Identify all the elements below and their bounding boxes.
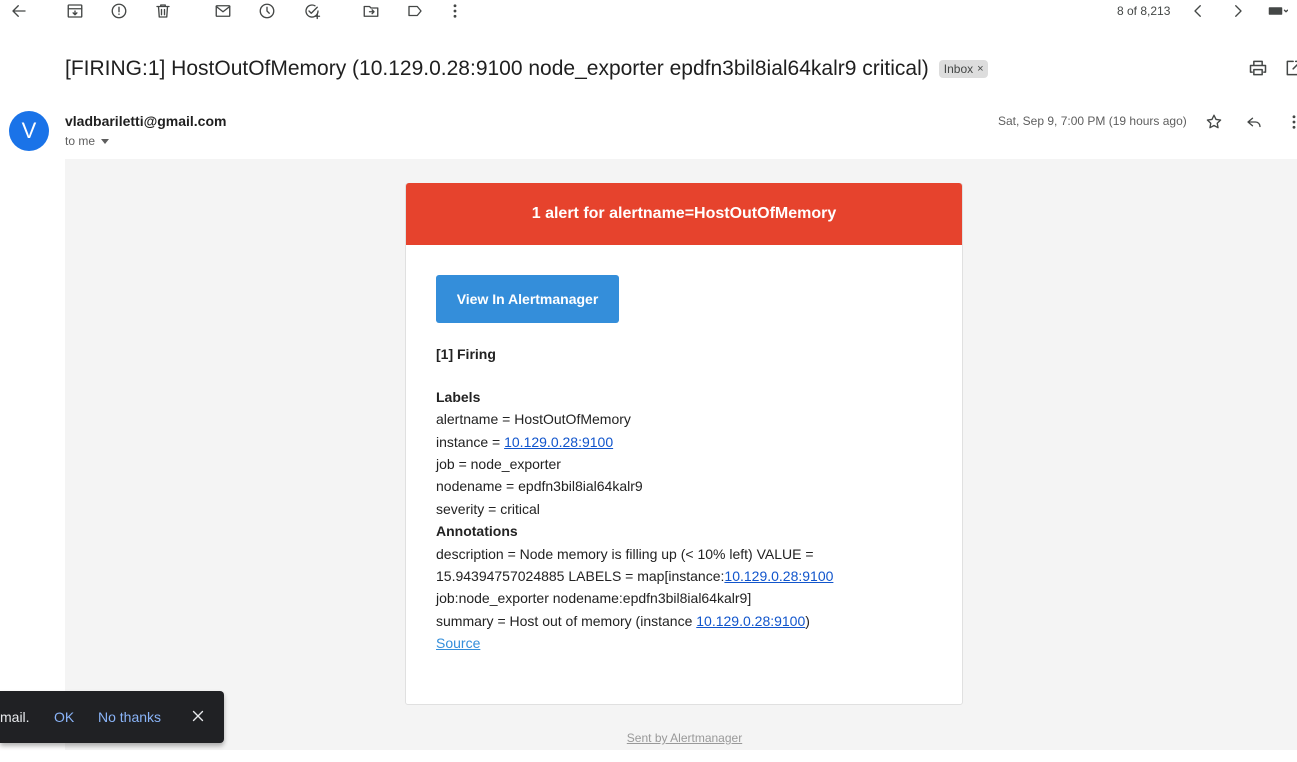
- label-severity: severity = critical: [436, 501, 540, 517]
- annotation-description-line3: job:node_exporter nodename:epdfn3bil8ial…: [436, 590, 752, 606]
- back-arrow-icon[interactable]: [8, 0, 30, 22]
- open-new-window-icon[interactable]: [1284, 58, 1297, 78]
- keyboard-icon[interactable]: [1264, 0, 1290, 22]
- move-to-icon[interactable]: [360, 0, 382, 22]
- toast-close-icon[interactable]: [189, 707, 207, 725]
- star-icon[interactable]: [1203, 111, 1225, 133]
- labels-heading: Labels: [436, 389, 481, 405]
- subject-row: [FIRING:1] HostOutOfMemory (10.129.0.28:…: [65, 56, 988, 82]
- caret-down-icon: [101, 138, 110, 144]
- summary-suffix: ): [805, 613, 810, 629]
- label-nodename: nodename = epdfn3bil8ial64kalr9: [436, 478, 643, 494]
- description-line2-text: 15.94394757024885 LABELS = map[instance:: [436, 568, 725, 584]
- description-instance-link[interactable]: 10.129.0.28:9100: [724, 568, 833, 584]
- reply-icon[interactable]: [1243, 111, 1265, 133]
- toast-message: mail.: [0, 709, 30, 725]
- source-line: Source: [436, 634, 480, 652]
- remove-label-icon[interactable]: ×: [977, 63, 983, 75]
- alert-header: 1 alert for alertname=HostOutOfMemory: [406, 183, 962, 245]
- message-date: Sat, Sep 9, 7:00 PM (19 hours ago): [998, 114, 1187, 128]
- label-icon[interactable]: [404, 0, 426, 22]
- label-alertname: alertname = HostOutOfMemory: [436, 411, 631, 427]
- sent-by-alertmanager-link[interactable]: Sent by Alertmanager: [627, 731, 742, 745]
- avatar[interactable]: V: [9, 111, 49, 151]
- inbox-label-chip[interactable]: Inbox ×: [938, 60, 988, 78]
- delete-icon[interactable]: [152, 0, 174, 22]
- label-job: job = node_exporter: [436, 456, 561, 472]
- toast-no-thanks-button[interactable]: No thanks: [98, 709, 161, 725]
- label-instance-prefix: instance =: [436, 434, 505, 450]
- snooze-icon[interactable]: [256, 0, 278, 22]
- mark-unread-icon[interactable]: [212, 0, 234, 22]
- sender-email[interactable]: vladbariletti@gmail.com: [65, 113, 226, 129]
- email-subject: [FIRING:1] HostOutOfMemory (10.129.0.28:…: [65, 57, 929, 80]
- inbox-chip-label: Inbox: [943, 62, 974, 76]
- source-link[interactable]: Source: [436, 635, 480, 651]
- instance-link[interactable]: 10.129.0.28:9100: [504, 434, 613, 450]
- pager-count: 8 of 8,213: [1117, 4, 1171, 18]
- message-more-icon[interactable]: [1283, 111, 1297, 133]
- recipient-details-toggle[interactable]: to me: [65, 134, 110, 148]
- label-instance: instance = 10.129.0.28:9100: [436, 433, 613, 451]
- add-to-tasks-icon[interactable]: [301, 0, 323, 22]
- view-in-alertmanager-button[interactable]: View In Alertmanager: [436, 275, 619, 323]
- notification-toast: mail. OK No thanks: [0, 691, 224, 743]
- archive-icon[interactable]: [64, 0, 86, 22]
- older-chevron-icon[interactable]: [1227, 0, 1249, 22]
- recipient-label: to me: [65, 134, 96, 148]
- print-icon[interactable]: [1248, 58, 1268, 78]
- report-spam-icon[interactable]: [108, 0, 130, 22]
- annotation-summary: summary = Host out of memory (instance 1…: [436, 612, 810, 630]
- annotation-description-line2: 15.94394757024885 LABELS = map[instance:…: [436, 567, 833, 585]
- summary-instance-link[interactable]: 10.129.0.28:9100: [696, 613, 805, 629]
- newer-chevron-icon[interactable]: [1187, 0, 1209, 22]
- annotation-description-line1: description = Node memory is filling up …: [436, 546, 814, 562]
- summary-prefix: summary = Host out of memory (instance: [436, 613, 697, 629]
- more-vert-icon[interactable]: [444, 0, 466, 22]
- firing-heading: [1] Firing: [436, 346, 496, 362]
- message-toolbar: 8 of 8,213: [0, 0, 1297, 24]
- annotations-heading: Annotations: [436, 523, 518, 539]
- toast-ok-button[interactable]: OK: [54, 709, 74, 725]
